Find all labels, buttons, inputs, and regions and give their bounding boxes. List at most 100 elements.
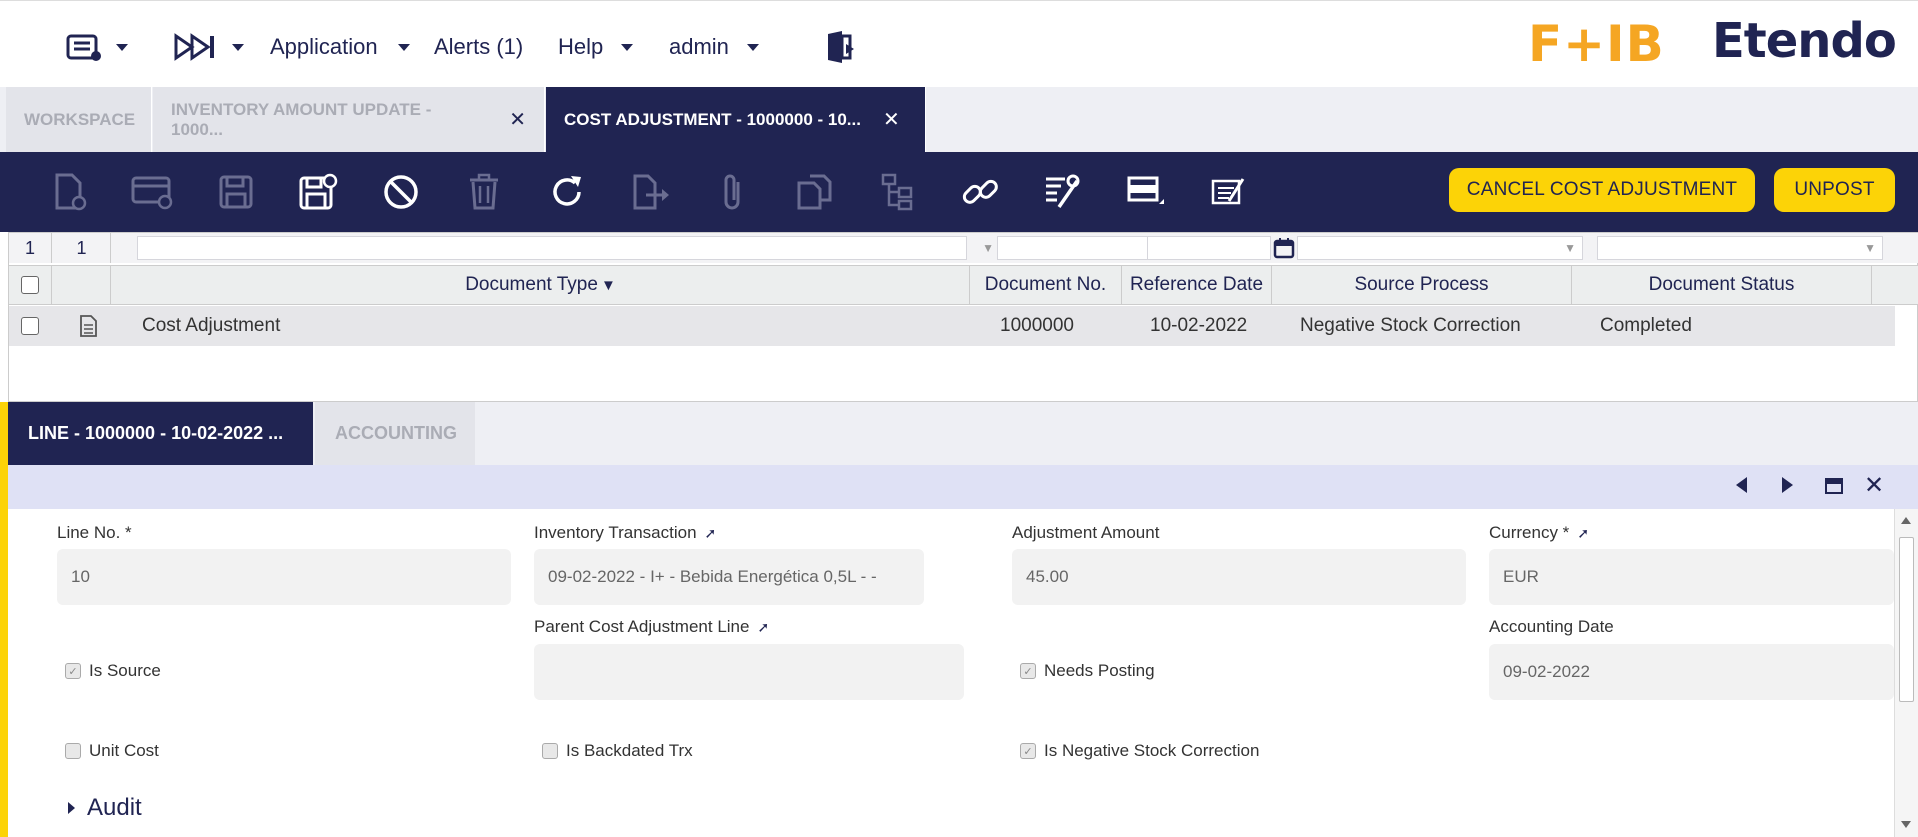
user-menu[interactable]: admin bbox=[669, 27, 759, 67]
row-checkbox[interactable] bbox=[21, 317, 39, 335]
calendar-icon[interactable] bbox=[1273, 237, 1295, 259]
next-record-icon[interactable] bbox=[1782, 477, 1793, 493]
filter-document-type[interactable]: ▼ bbox=[137, 236, 994, 260]
link-arrow-icon[interactable]: ➚ bbox=[1577, 525, 1589, 542]
column-header-document-type[interactable]: Document Type ▼ bbox=[112, 266, 970, 304]
clone-button[interactable] bbox=[793, 170, 837, 214]
column-header-reference-date[interactable]: Reference Date bbox=[1122, 266, 1272, 304]
column-header-source-process[interactable]: Source Process bbox=[1272, 266, 1572, 304]
tab-inventory-amount-update[interactable]: INVENTORY AMOUNT UPDATE - 1000... ✕ bbox=[153, 87, 545, 152]
column-header-document-no[interactable]: Document No. bbox=[970, 266, 1122, 304]
label-text: Currency * bbox=[1489, 523, 1570, 542]
chevron-down-icon bbox=[621, 43, 634, 51]
logout-button[interactable] bbox=[826, 27, 856, 67]
chevron-down-icon bbox=[232, 43, 244, 51]
maximize-icon[interactable] bbox=[1825, 478, 1843, 494]
grid-header: Document Type ▼ Document No. Reference D… bbox=[9, 265, 1918, 305]
adjustment-amount-label: Adjustment Amount bbox=[1012, 523, 1160, 542]
line-no-field[interactable]: 10 bbox=[57, 549, 511, 605]
scroll-down-icon[interactable] bbox=[1901, 821, 1911, 828]
user-label: admin bbox=[669, 34, 729, 59]
process-button[interactable] bbox=[1040, 170, 1084, 214]
unit-cost-checkbox[interactable]: Unit Cost bbox=[65, 741, 159, 761]
close-icon[interactable]: ✕ bbox=[883, 107, 900, 132]
column-label: Document Type bbox=[465, 274, 598, 295]
notes-button[interactable] bbox=[1206, 170, 1250, 214]
active-section-indicator bbox=[0, 402, 8, 837]
parent-line-field[interactable] bbox=[534, 644, 964, 700]
block-icon bbox=[384, 175, 418, 209]
quick-menu-button[interactable] bbox=[66, 27, 128, 67]
total-count: 1 bbox=[53, 233, 111, 263]
save-icon bbox=[219, 175, 253, 209]
table-row[interactable]: Cost Adjustment 1000000 10-02-2022 Negat… bbox=[9, 306, 1895, 346]
top-navigation: Application Alerts (1) Help admin F+IB E… bbox=[0, 0, 1918, 87]
save-button[interactable] bbox=[214, 170, 258, 214]
refresh-button[interactable] bbox=[545, 170, 589, 214]
currency-field[interactable]: EUR bbox=[1489, 549, 1894, 605]
form-view-button[interactable] bbox=[1124, 170, 1168, 214]
icon-column-header bbox=[53, 266, 111, 304]
select-all-checkbox[interactable] bbox=[21, 276, 39, 294]
link-button[interactable] bbox=[958, 170, 1002, 214]
needs-posting-checkbox[interactable]: ✓ Needs Posting bbox=[1020, 661, 1155, 681]
save-close-button[interactable] bbox=[296, 170, 340, 214]
form-navigation-bar: ✕ bbox=[8, 465, 1918, 509]
tab-line[interactable]: LINE - 1000000 - 10-02-2022 ... bbox=[8, 402, 313, 465]
checkbox-checked-icon: ✓ bbox=[1020, 663, 1036, 679]
column-label: Document Status bbox=[1648, 274, 1795, 295]
unpost-button[interactable]: UNPOST bbox=[1774, 168, 1895, 212]
audit-section-toggle[interactable]: Audit bbox=[68, 794, 142, 822]
checkbox-unchecked-icon bbox=[65, 743, 81, 759]
tab-label: COST ADJUSTMENT - 1000000 - 10... bbox=[564, 109, 861, 129]
cancel-cost-adjustment-button[interactable]: CANCEL COST ADJUSTMENT bbox=[1449, 168, 1755, 212]
cancel-button[interactable] bbox=[379, 170, 423, 214]
form-scrollbar[interactable] bbox=[1894, 509, 1918, 837]
tab-accounting[interactable]: ACCOUNTING bbox=[315, 402, 475, 465]
application-menu[interactable]: Application bbox=[270, 27, 410, 67]
filter-source-process[interactable]: ▼ bbox=[1297, 236, 1583, 260]
attach-button[interactable] bbox=[710, 170, 754, 214]
delete-button[interactable] bbox=[462, 170, 506, 214]
link-arrow-icon[interactable]: ➚ bbox=[705, 525, 717, 542]
adjustment-amount-field[interactable]: 45.00 bbox=[1012, 549, 1466, 605]
help-menu[interactable]: Help bbox=[558, 27, 634, 67]
tab-cost-adjustment[interactable]: COST ADJUSTMENT - 1000000 - 10... ✕ bbox=[546, 87, 926, 152]
previous-record-icon[interactable] bbox=[1736, 477, 1747, 493]
tree-button[interactable] bbox=[876, 170, 920, 214]
filter-document-no[interactable] bbox=[997, 236, 1149, 260]
new-row-icon bbox=[131, 176, 173, 210]
alerts-label: Alerts (1) bbox=[434, 34, 524, 59]
close-icon[interactable]: ✕ bbox=[1864, 471, 1884, 500]
inventory-transaction-field[interactable]: 09-02-2022 - I+ - Bebida Energética 0,5L… bbox=[534, 549, 924, 605]
is-backdated-checkbox[interactable]: Is Backdated Trx bbox=[542, 741, 693, 761]
column-header-document-status[interactable]: Document Status bbox=[1572, 266, 1872, 304]
filter-reference-date[interactable] bbox=[1147, 236, 1271, 260]
new-row-button[interactable] bbox=[130, 170, 174, 214]
is-negative-stock-correction-checkbox[interactable]: ✓ Is Negative Stock Correction bbox=[1020, 741, 1259, 761]
checkbox-label: Unit Cost bbox=[89, 741, 159, 760]
logout-icon bbox=[828, 31, 854, 63]
alerts-link[interactable]: Alerts (1) bbox=[434, 27, 523, 67]
filter-row: 1 1 ▼ ▼ ▼ bbox=[9, 233, 1918, 263]
scroll-thumb[interactable] bbox=[1899, 537, 1914, 702]
accounting-date-field[interactable]: 09-02-2022 bbox=[1489, 644, 1894, 700]
chevron-down-icon bbox=[397, 43, 410, 51]
filter-document-status[interactable]: ▼ bbox=[1597, 236, 1883, 260]
export-button[interactable] bbox=[628, 170, 672, 214]
label-text: Inventory Transaction bbox=[534, 523, 697, 542]
checkbox-label: Is Backdated Trx bbox=[566, 741, 693, 760]
new-document-button[interactable] bbox=[48, 170, 92, 214]
section-title: Audit bbox=[87, 794, 142, 821]
quick-launch-button[interactable] bbox=[174, 27, 244, 67]
is-source-checkbox[interactable]: ✓ Is Source bbox=[65, 661, 161, 681]
link-arrow-icon[interactable]: ➚ bbox=[757, 619, 769, 636]
tab-workspace[interactable]: WORKSPACE bbox=[6, 87, 152, 152]
document-icon[interactable] bbox=[79, 306, 97, 346]
scroll-up-icon[interactable] bbox=[1901, 517, 1911, 524]
tools-icon bbox=[1046, 174, 1080, 208]
close-icon[interactable]: ✕ bbox=[509, 107, 526, 132]
checkbox-label: Needs Posting bbox=[1044, 661, 1155, 680]
trash-icon bbox=[470, 173, 498, 210]
help-label: Help bbox=[558, 34, 604, 59]
